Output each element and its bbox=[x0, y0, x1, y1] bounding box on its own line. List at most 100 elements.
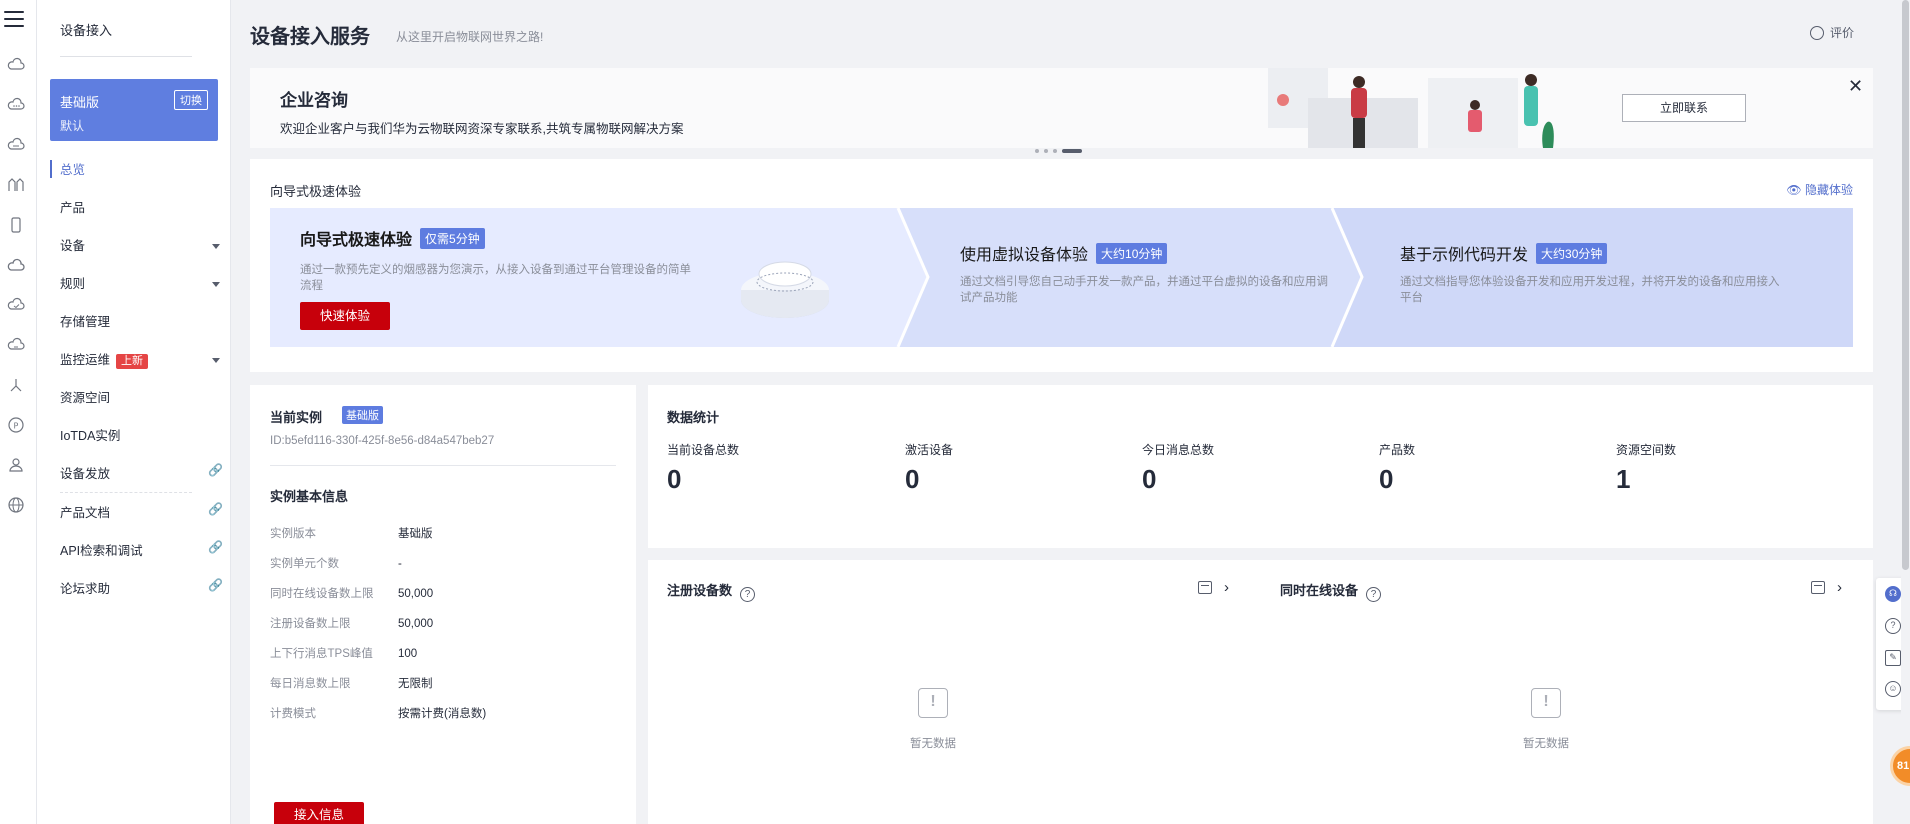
statistics-title: 数据统计 bbox=[667, 410, 720, 425]
database-cloud-icon[interactable] bbox=[7, 136, 25, 154]
edition-name: 基础版 bbox=[60, 95, 100, 110]
sidebar-item-label: 监控运维 bbox=[60, 353, 111, 367]
calendar-icon[interactable] bbox=[1811, 581, 1825, 594]
sidebar-item-storage[interactable]: 存储管理 bbox=[60, 312, 225, 332]
icon-rail: P bbox=[0, 0, 37, 824]
instance-row: 实例版本 基础版 bbox=[270, 528, 433, 540]
step-title: 向导式极速体验 仅需5分钟 bbox=[300, 226, 485, 250]
sidebar-item-label: 存储管理 bbox=[60, 315, 111, 329]
service-sidebar: 设备接入 基础版 默认 切换 总览 产品 设备 规则 存储管理 监控运维 上新 资… bbox=[37, 0, 231, 824]
chevron-right-icon[interactable]: › bbox=[1224, 579, 1229, 596]
cloud-link-icon[interactable] bbox=[7, 336, 25, 354]
feedback-icon[interactable]: ☺ bbox=[1885, 681, 1901, 697]
chevron-down-icon bbox=[212, 282, 220, 287]
hide-experience-link[interactable]: 👁 隐藏体验 bbox=[1786, 181, 1853, 198]
external-link-icon: 🔗 bbox=[208, 502, 223, 516]
quick-experience-button[interactable]: 快速体验 bbox=[300, 302, 390, 330]
edit-icon[interactable]: ✎ bbox=[1885, 650, 1901, 666]
external-link-icon: 🔗 bbox=[208, 540, 223, 554]
assistant-badge[interactable]: 81 bbox=[1890, 746, 1910, 786]
carousel-dot[interactable] bbox=[1035, 149, 1039, 153]
user-cloud-icon[interactable] bbox=[7, 456, 25, 474]
empty-data-icon: ! bbox=[918, 688, 948, 718]
page-subtitle: 从这里开启物联网世界之路! bbox=[396, 30, 544, 44]
contact-now-button[interactable]: 立即联系 bbox=[1622, 94, 1746, 122]
sidebar-item-provisioning[interactable]: 设备发放 🔗 bbox=[60, 463, 225, 484]
instance-row: 实例单元个数 - bbox=[270, 558, 402, 570]
chevron-right-icon[interactable]: › bbox=[1837, 579, 1842, 596]
sidebar-item-monitoring[interactable]: 监控运维 上新 bbox=[60, 350, 225, 370]
sidebar-item-forum[interactable]: 论坛求助 🔗 bbox=[60, 578, 225, 599]
instance-card: 当前实例 基础版 ID:b5efd116-330f-425f-8e56-d84a… bbox=[250, 385, 636, 824]
rate-label: 评价 bbox=[1830, 26, 1855, 40]
sidebar-dashed-divider bbox=[60, 492, 192, 493]
instance-basic-title: 实例基本信息 bbox=[270, 489, 349, 504]
eye-icon: 👁 bbox=[1786, 183, 1802, 197]
globe-icon[interactable] bbox=[7, 496, 25, 514]
bridge-icon[interactable] bbox=[7, 176, 25, 194]
step-duration-tag: 大约10分钟 bbox=[1096, 243, 1168, 264]
active-indicator bbox=[50, 160, 52, 178]
sidebar-item-label: API检索和调试 bbox=[60, 544, 143, 558]
access-info-button[interactable]: 接入信息 bbox=[274, 802, 364, 824]
calendar-icon[interactable] bbox=[1198, 581, 1212, 594]
step-description: 通过文档引导您自己动手开发一款产品，并通过平台虚拟的设备和应用调试产品功能 bbox=[960, 276, 1328, 304]
scrollbar-thumb[interactable] bbox=[1902, 0, 1909, 570]
sidebar-item-resource-space[interactable]: 资源空间 bbox=[60, 388, 225, 408]
charts-card: 注册设备数? › ! 暂无数据 同时在线设备? › ! 暂无数据 bbox=[648, 560, 1873, 824]
empty-data-icon: ! bbox=[1531, 688, 1561, 718]
phone-icon[interactable] bbox=[7, 216, 25, 234]
instance-title: 当前实例 bbox=[270, 410, 323, 425]
stat-total-devices: 当前设备总数 0 bbox=[667, 443, 740, 494]
close-icon[interactable]: ✕ bbox=[1848, 76, 1863, 97]
sidebar-item-overview[interactable]: 总览 bbox=[60, 160, 225, 180]
chevron-down-icon bbox=[212, 244, 220, 249]
carousel-dots[interactable] bbox=[1035, 142, 1087, 156]
banner-description: 欢迎企业客户与我们华为云物联网资深专家联系,共筑专属物联网解决方案 bbox=[280, 122, 684, 136]
edition-switch-button[interactable]: 切换 bbox=[174, 90, 208, 110]
carousel-dot[interactable] bbox=[1053, 149, 1057, 153]
stat-active-devices: 激活设备 0 bbox=[905, 443, 954, 494]
wizard-step-3[interactable]: 基于示例代码开发 大约30分钟 通过文档指导您体验设备开发和应用开发过程，并将开发… bbox=[1332, 208, 1853, 347]
step-title: 使用虚拟设备体验 大约10分钟 bbox=[960, 241, 1168, 265]
sidebar-item-device[interactable]: 设备 bbox=[60, 236, 225, 256]
help-icon[interactable]: ? bbox=[740, 587, 756, 602]
wizard-step-2[interactable]: 使用虚拟设备体验 大约10分钟 通过文档引导您自己动手开发一款产品，并通过平台虚拟… bbox=[898, 208, 1332, 347]
cloud-check-icon[interactable] bbox=[7, 296, 25, 314]
edition-sub: 默认 bbox=[60, 119, 85, 133]
rate-button[interactable]: 评价 bbox=[1810, 24, 1854, 41]
help-circle-icon[interactable]: ? bbox=[1885, 618, 1901, 634]
headset-icon[interactable]: ☊ bbox=[1885, 586, 1901, 602]
network-icon[interactable] bbox=[7, 376, 25, 394]
instance-id: ID:b5efd116-330f-425f-8e56-d84a547beb27 bbox=[270, 435, 495, 447]
chevron-down-icon bbox=[212, 358, 220, 363]
menu-icon[interactable] bbox=[4, 11, 24, 27]
sidebar-item-rules[interactable]: 规则 bbox=[60, 274, 225, 294]
wizard-step-1[interactable]: 向导式极速体验 仅需5分钟 通过一款预先定义的烟感器为您演示，从接入设备到通过平台… bbox=[270, 208, 898, 347]
cloud-icon[interactable] bbox=[7, 56, 25, 74]
edition-card[interactable]: 基础版 默认 切换 bbox=[50, 79, 218, 141]
page-title: 设备接入服务 bbox=[250, 26, 370, 48]
sidebar-item-label: 资源空间 bbox=[60, 391, 111, 405]
carousel-dot[interactable] bbox=[1044, 149, 1048, 153]
carousel-dot-active[interactable] bbox=[1062, 149, 1082, 153]
sidebar-item-docs[interactable]: 产品文档 🔗 bbox=[60, 502, 225, 523]
sidebar-item-iotda-instance[interactable]: IoTDA实例 bbox=[60, 426, 225, 446]
cloud-outline-icon[interactable] bbox=[7, 256, 25, 274]
p-circle-icon[interactable]: P bbox=[7, 416, 25, 434]
instance-row: 每日消息数上限 无限制 bbox=[270, 678, 433, 690]
help-icon[interactable]: ? bbox=[1366, 587, 1382, 602]
wizard-title: 向导式极速体验 bbox=[270, 184, 362, 199]
page-scrollbar[interactable] bbox=[1901, 0, 1910, 824]
sidebar-item-label: 产品 bbox=[60, 201, 86, 215]
sidebar-item-api-explorer[interactable]: API检索和调试 🔗 bbox=[60, 540, 225, 561]
sidebar-item-product[interactable]: 产品 bbox=[60, 198, 225, 218]
banner-illustration bbox=[1268, 68, 1554, 148]
step-duration-tag: 大约30分钟 bbox=[1536, 243, 1608, 264]
new-badge: 上新 bbox=[116, 354, 149, 369]
smoke-detector-icon bbox=[741, 261, 829, 318]
smile-icon bbox=[1810, 26, 1824, 40]
instance-row: 注册设备数上限 50,000 bbox=[270, 618, 434, 630]
chat-cloud-icon[interactable] bbox=[7, 96, 25, 114]
wizard-steps: 向导式极速体验 仅需5分钟 通过一款预先定义的烟感器为您演示，从接入设备到通过平台… bbox=[270, 208, 1853, 347]
